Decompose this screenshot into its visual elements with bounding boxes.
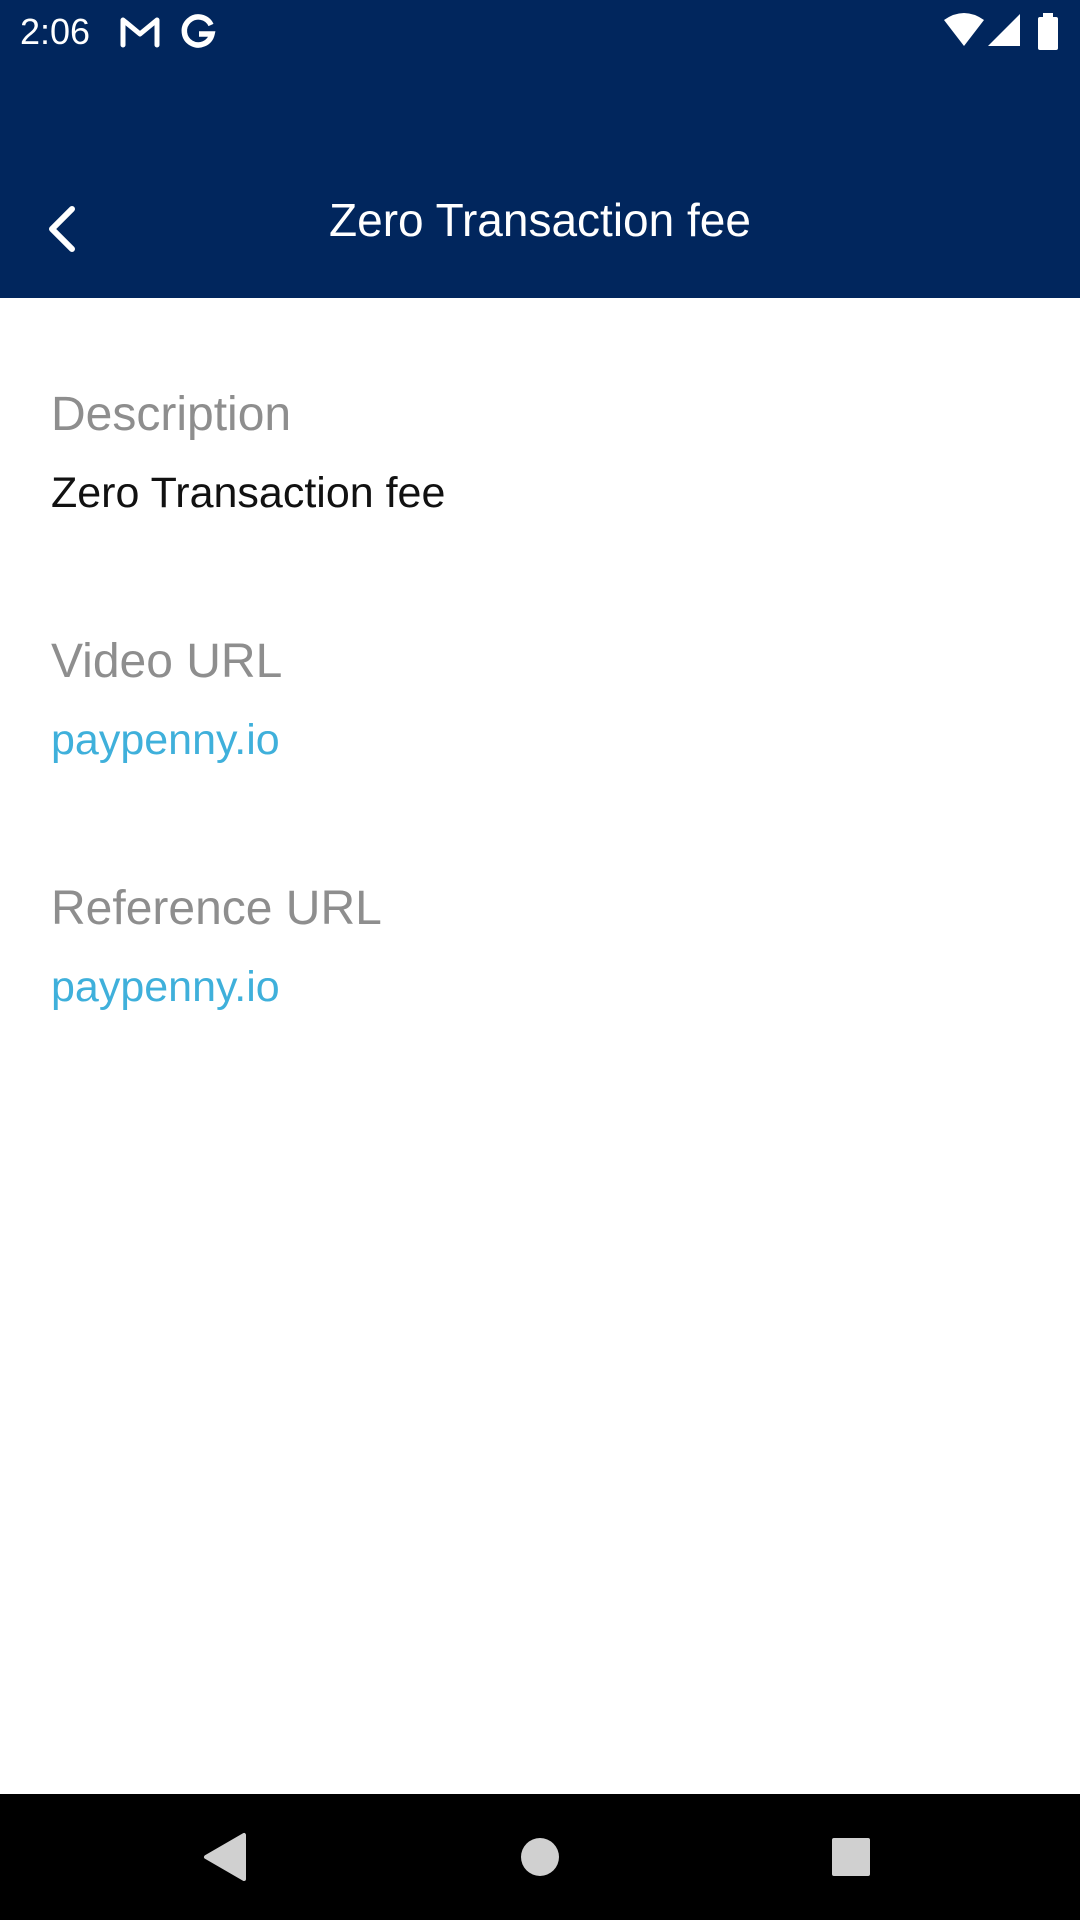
page-title: Zero Transaction fee — [329, 194, 751, 246]
video-url-label: Video URL — [51, 635, 283, 688]
nav-recents-button[interactable] — [821, 1827, 881, 1887]
reference-url-label: Reference URL — [51, 882, 382, 935]
gmail-icon — [118, 12, 162, 52]
home-circle-icon — [510, 1827, 570, 1887]
back-triangle-icon — [196, 1827, 256, 1887]
reference-url-section: Reference URL paypenny.io — [51, 879, 1031, 1015]
system-navigation-bar — [0, 1794, 1080, 1920]
google-icon — [178, 12, 222, 52]
video-url-link[interactable]: paypenny.io — [51, 712, 1031, 768]
description-section: Description Zero Transaction fee — [51, 385, 1031, 521]
status-bar: 2:06 — [0, 0, 1080, 64]
wifi-icon — [942, 12, 986, 52]
video-url-section: Video URL paypenny.io — [51, 632, 1031, 768]
signal-icon — [986, 12, 1022, 52]
description-value: Zero Transaction fee — [51, 469, 446, 517]
app-bar: Zero Transaction fee — [0, 148, 1080, 298]
status-time: 2:06 — [20, 11, 91, 52]
battery-icon — [1036, 12, 1060, 52]
screen: 2:06 Zero Transaction fee Description Ze… — [0, 0, 1080, 1920]
nav-home-button[interactable] — [510, 1827, 570, 1887]
nav-back-button[interactable] — [196, 1827, 256, 1887]
header-background: 2:06 Zero Transaction fee — [0, 0, 1080, 298]
recents-square-icon — [821, 1827, 881, 1887]
description-label: Description — [51, 388, 292, 441]
reference-url-link[interactable]: paypenny.io — [51, 959, 1031, 1015]
